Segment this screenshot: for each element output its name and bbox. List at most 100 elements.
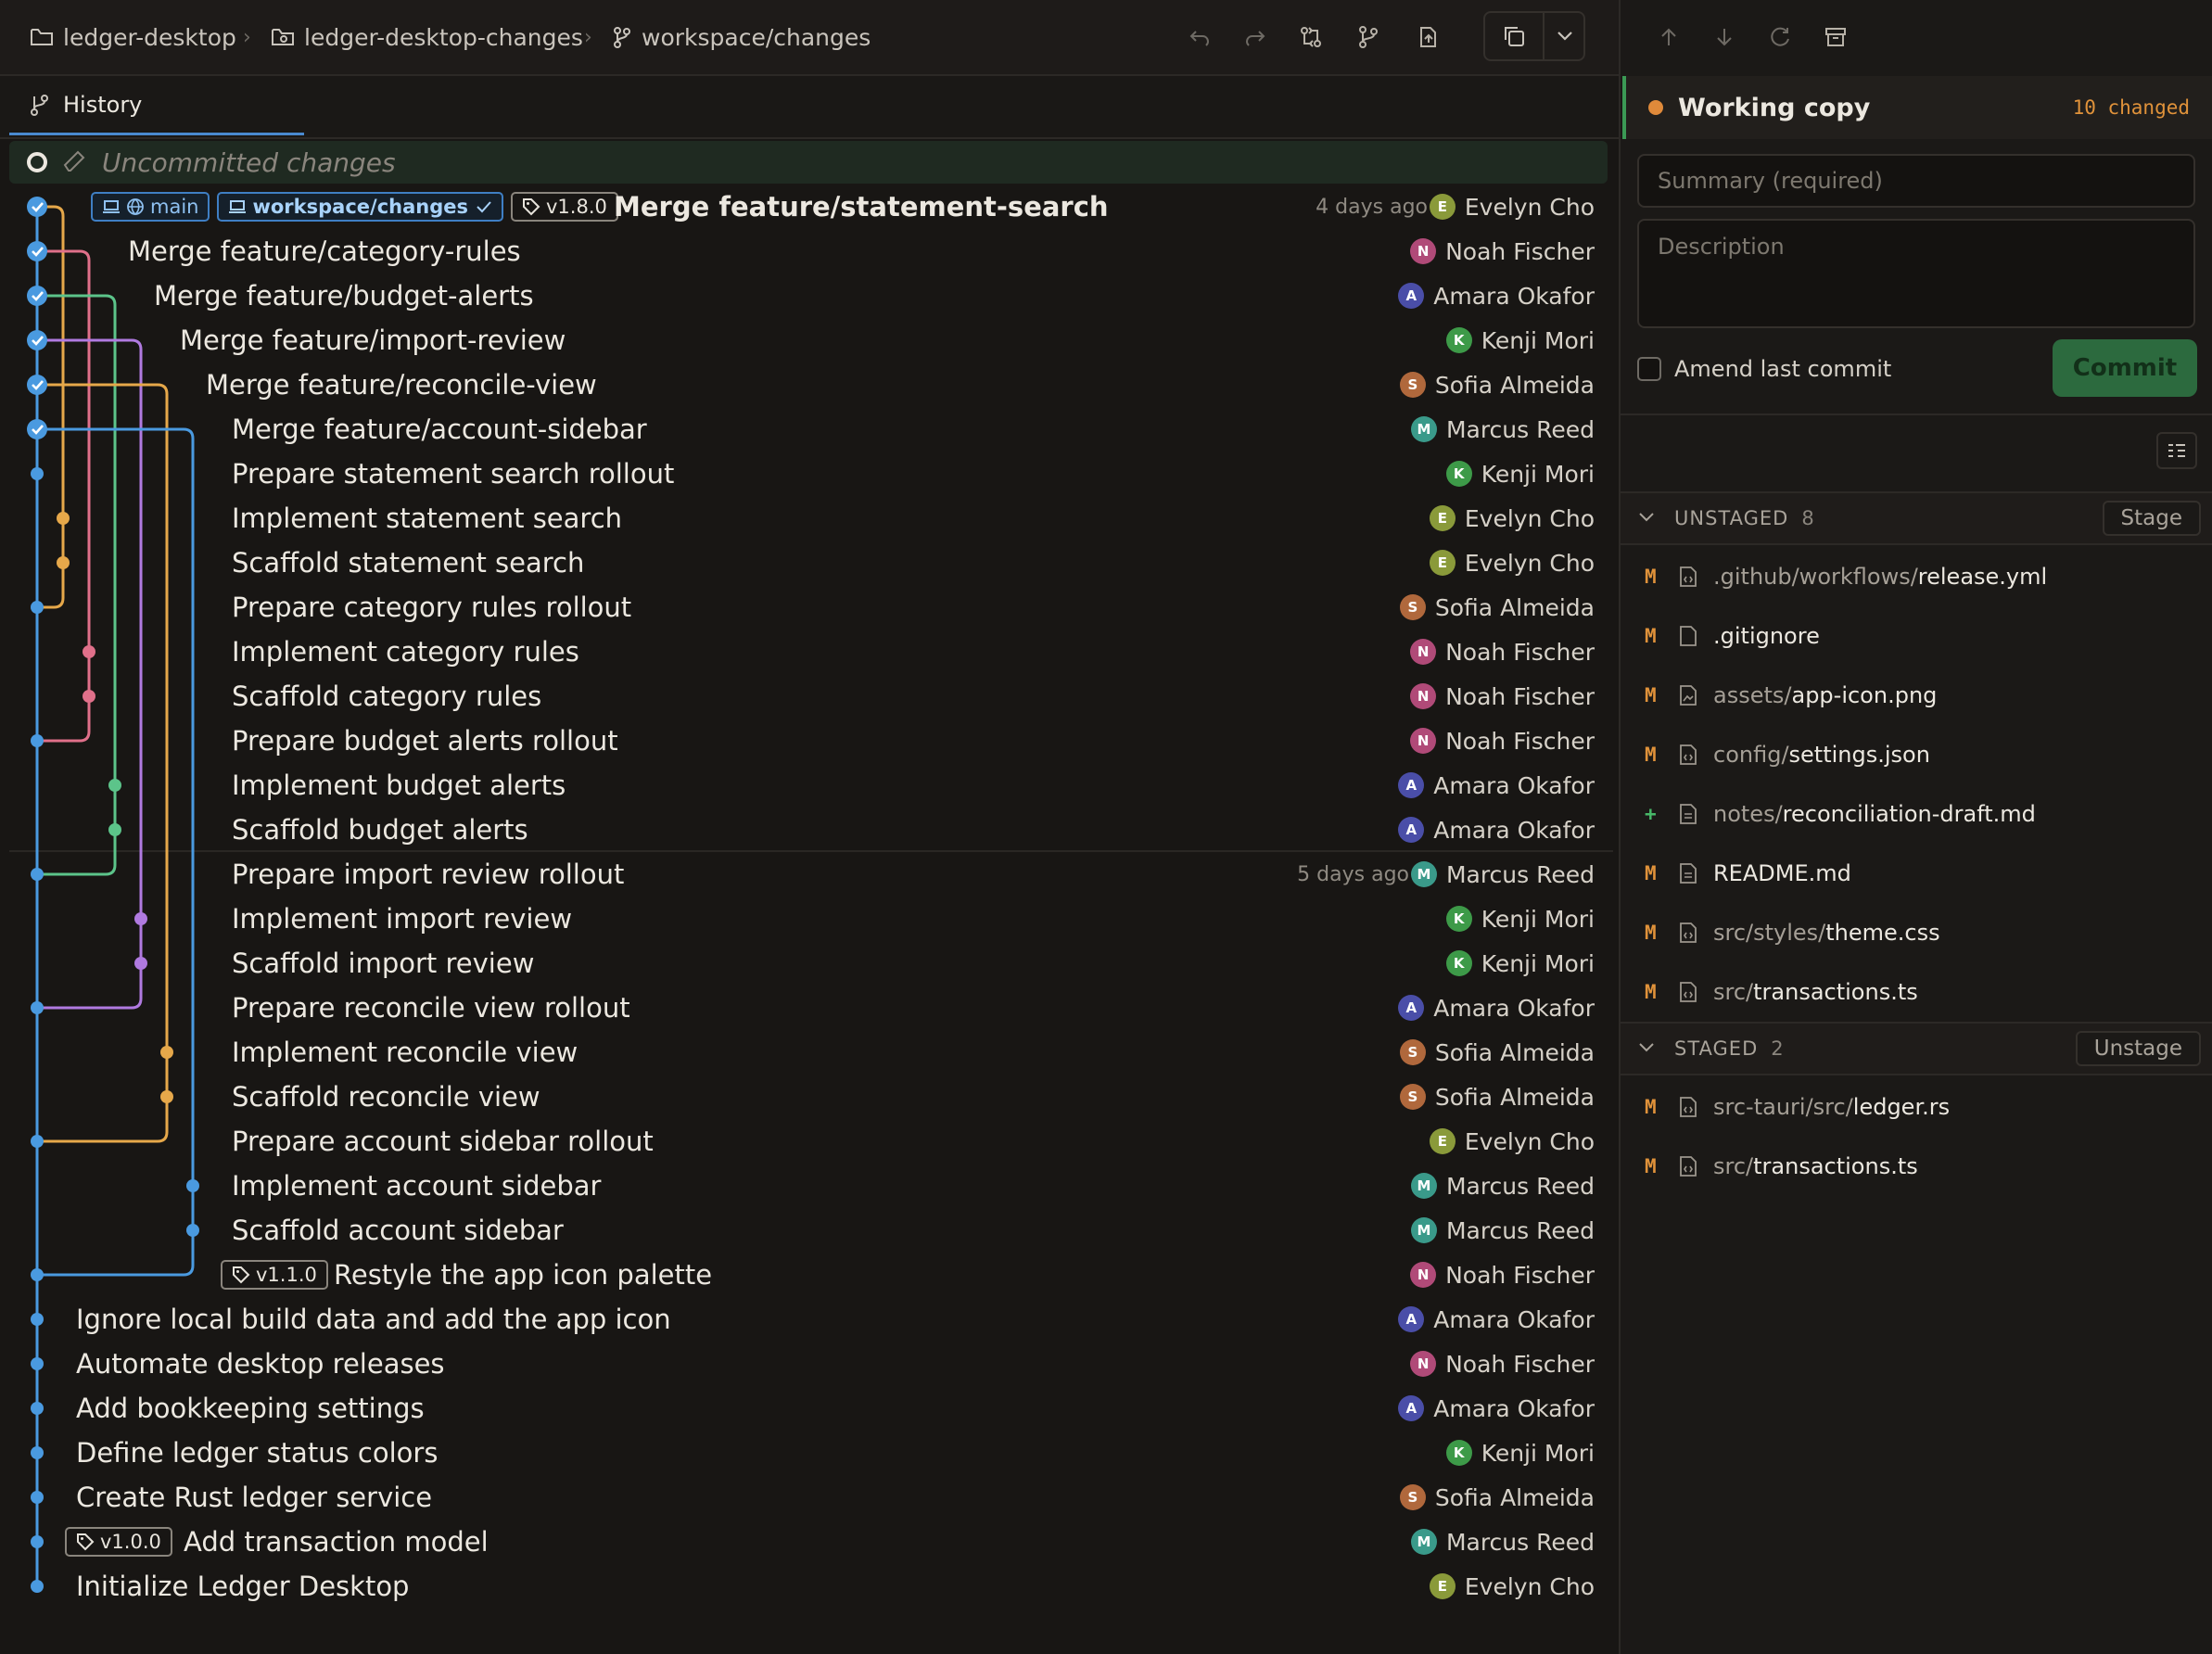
commit-row[interactable]: Implement statement search E Evelyn Cho bbox=[0, 496, 1613, 541]
commit-author: E Evelyn Cho bbox=[1429, 541, 1595, 585]
description-input[interactable] bbox=[1637, 219, 2195, 328]
commit-message: Implement account sidebar bbox=[232, 1170, 602, 1202]
compare-button[interactable] bbox=[1292, 19, 1329, 56]
author-name: Kenji Mori bbox=[1481, 949, 1595, 977]
staged-section-header[interactable]: STAGED 2 Unstage bbox=[1621, 1022, 2212, 1075]
breadcrumb-workspace[interactable]: ledger-desktop-changes bbox=[271, 0, 583, 74]
branch-button[interactable] bbox=[1350, 19, 1387, 56]
commit-row[interactable]: Merge feature/reconcile-view S Sofia Almei… bbox=[0, 363, 1613, 407]
commit-row[interactable]: Merge feature/import-review K Kenji Mori bbox=[0, 318, 1613, 363]
tag-badge[interactable]: v1.1.0 bbox=[221, 1260, 328, 1290]
file-row[interactable]: Msrc/transactions.ts bbox=[1621, 1137, 2212, 1196]
commit-row[interactable]: v1.1.0 Restyle the app icon palette N Noah … bbox=[0, 1253, 1613, 1297]
commit-author: K Kenji Mori bbox=[1445, 1431, 1595, 1475]
commit-message: Merge feature/reconcile-view bbox=[206, 369, 597, 401]
check-icon bbox=[477, 201, 491, 213]
breadcrumb-branch[interactable]: workspace/changes bbox=[612, 0, 871, 74]
avatar: M bbox=[1410, 861, 1437, 887]
file-row[interactable]: Msrc-tauri/src/ledger.rs bbox=[1621, 1077, 2212, 1137]
commit-row[interactable]: Implement budget alerts A Amara Okafor bbox=[0, 763, 1613, 808]
file-row[interactable]: M README.md bbox=[1621, 844, 2212, 903]
commit-row[interactable]: Prepare import review rollout 5 days ago M… bbox=[0, 852, 1613, 897]
commit-row[interactable]: Scaffold import review K Kenji Mori bbox=[0, 941, 1613, 986]
archive-button[interactable] bbox=[1817, 19, 1854, 56]
unstaged-section-header[interactable]: UNSTAGED 8 Stage bbox=[1621, 491, 2212, 545]
file-row[interactable]: Msrc/transactions.ts bbox=[1621, 962, 2212, 1022]
file-row[interactable]: Massets/app-icon.png bbox=[1621, 666, 2212, 725]
commit-row[interactable]: Implement category rules N Noah Fischer bbox=[0, 630, 1613, 674]
amend-checkbox[interactable] bbox=[1637, 357, 1661, 381]
commit-message: Prepare account sidebar rollout bbox=[232, 1126, 654, 1157]
commit-row[interactable]: Merge feature/category-rules N Noah Fische… bbox=[0, 229, 1613, 274]
commit-row[interactable]: Define ledger status colors K Kenji Mori bbox=[0, 1431, 1613, 1475]
commit-button[interactable]: Commit bbox=[2053, 339, 2197, 397]
copy-split-button[interactable] bbox=[1483, 11, 1585, 61]
view-mode-toggle[interactable] bbox=[2156, 432, 2197, 469]
redo-button[interactable] bbox=[1237, 19, 1274, 56]
commit-row[interactable]: Prepare statement search rollout K Kenji M… bbox=[0, 452, 1613, 496]
commit-row[interactable]: v1.0.0 Add transaction model M Marcus Reed bbox=[0, 1520, 1613, 1564]
commit-row[interactable]: Implement import review K Kenji Mori bbox=[0, 897, 1613, 941]
commit-row[interactable]: Prepare budget alerts rollout N Noah Fisch… bbox=[0, 719, 1613, 763]
commit-row[interactable]: Scaffold reconcile view S Sofia Almeida bbox=[0, 1075, 1613, 1119]
commit-row[interactable]: Scaffold statement search E Evelyn Cho bbox=[0, 541, 1613, 585]
undo-button[interactable] bbox=[1181, 19, 1218, 56]
author-name: Evelyn Cho bbox=[1464, 193, 1595, 221]
commit-row[interactable]: Merge feature/account-sidebar M Marcus Ree… bbox=[0, 407, 1613, 452]
commit-author: N Noah Fischer bbox=[1410, 630, 1595, 674]
commit-row[interactable]: Automate desktop releases N Noah Fischer bbox=[0, 1342, 1613, 1386]
commit-row[interactable]: Create Rust ledger service S Sofia Almeida bbox=[0, 1475, 1613, 1520]
copy-button[interactable] bbox=[1485, 13, 1543, 59]
file-dir: notes/ bbox=[1713, 801, 1783, 827]
file-row[interactable]: + notes/reconciliation-draft.md bbox=[1621, 784, 2212, 844]
branch-badge[interactable]: main bbox=[91, 192, 210, 222]
branch-badge[interactable]: workspace/changes bbox=[217, 192, 503, 222]
stash-button[interactable] bbox=[1409, 19, 1446, 56]
commit-message: Prepare budget alerts rollout bbox=[232, 725, 618, 757]
author-name: Kenji Mori bbox=[1481, 460, 1595, 488]
file-row[interactable]: M .github/workflows/release.yml bbox=[1621, 547, 2212, 606]
commit-row[interactable]: Scaffold budget alerts A Amara Okafor bbox=[0, 808, 1613, 852]
next-change-button[interactable] bbox=[1706, 19, 1743, 56]
commit-row[interactable]: Scaffold category rules N Noah Fischer bbox=[0, 674, 1613, 719]
globe-icon bbox=[127, 198, 144, 216]
avatar: A bbox=[1398, 1395, 1425, 1421]
tag-icon bbox=[77, 1533, 95, 1551]
breadcrumb-separator: › bbox=[584, 25, 592, 49]
file-row[interactable]: M .gitignore bbox=[1621, 606, 2212, 666]
file-status: M bbox=[1645, 625, 1657, 647]
commit-row[interactable]: Prepare category rules rollout S Sofia Alm… bbox=[0, 585, 1613, 630]
uncommitted-changes-row[interactable]: Uncommitted changes bbox=[9, 141, 1608, 184]
commit-row[interactable]: Merge feature/budget-alerts A Amara Okafor bbox=[0, 274, 1613, 318]
tag-badge[interactable]: v1.0.0 bbox=[65, 1527, 172, 1557]
previous-change-button[interactable] bbox=[1650, 19, 1687, 56]
summary-input[interactable] bbox=[1637, 154, 2195, 208]
commit-row[interactable]: Prepare account sidebar rollout E Evelyn C… bbox=[0, 1119, 1613, 1164]
copy-options-button[interactable] bbox=[1545, 13, 1585, 59]
file-status: M bbox=[1645, 922, 1657, 944]
commit-row[interactable]: Initialize Ledger Desktop E Evelyn Cho bbox=[0, 1564, 1613, 1609]
commit-row[interactable]: Prepare reconcile view rollout A Amara Oka… bbox=[0, 986, 1613, 1030]
commit-row[interactable]: Ignore local build data and add the app … bbox=[0, 1297, 1613, 1342]
refresh-button[interactable] bbox=[1761, 19, 1799, 56]
ref-label: main bbox=[150, 196, 199, 218]
tag-badge[interactable]: v1.8.0 bbox=[511, 192, 618, 222]
commit-row[interactable]: Implement reconcile view S Sofia Almeida bbox=[0, 1030, 1613, 1075]
amend-label[interactable]: Amend last commit bbox=[1674, 350, 1891, 388]
unstage-all-button[interactable]: Unstage bbox=[2075, 1031, 2201, 1066]
commit-row[interactable]: Scaffold account sidebar M Marcus Reed bbox=[0, 1208, 1613, 1253]
author-name: Kenji Mori bbox=[1481, 1439, 1595, 1467]
commit-row[interactable]: Add bookkeeping settings A Amara Okafor bbox=[0, 1386, 1613, 1431]
toolbar: ledger-desktop › ledger-desktop-changes … bbox=[0, 0, 1619, 76]
author-name: Noah Fischer bbox=[1445, 682, 1595, 710]
commit-row[interactable]: main workspace/changes v1.8.0 Merge feature… bbox=[0, 184, 1613, 229]
stage-all-button[interactable]: Stage bbox=[2102, 501, 2201, 536]
file-row[interactable]: Mconfig/settings.json bbox=[1621, 725, 2212, 784]
commit-row[interactable]: Implement account sidebar M Marcus Reed bbox=[0, 1164, 1613, 1208]
file-status: M bbox=[1645, 981, 1657, 1003]
commit-message: Implement reconcile view bbox=[232, 1037, 578, 1068]
author-name: Amara Okafor bbox=[1433, 816, 1595, 844]
commit-time: 4 days ago bbox=[1316, 195, 1428, 219]
file-row[interactable]: Msrc/styles/theme.css bbox=[1621, 903, 2212, 962]
working-copy-header[interactable]: Working copy 10 changed bbox=[1622, 76, 2212, 139]
